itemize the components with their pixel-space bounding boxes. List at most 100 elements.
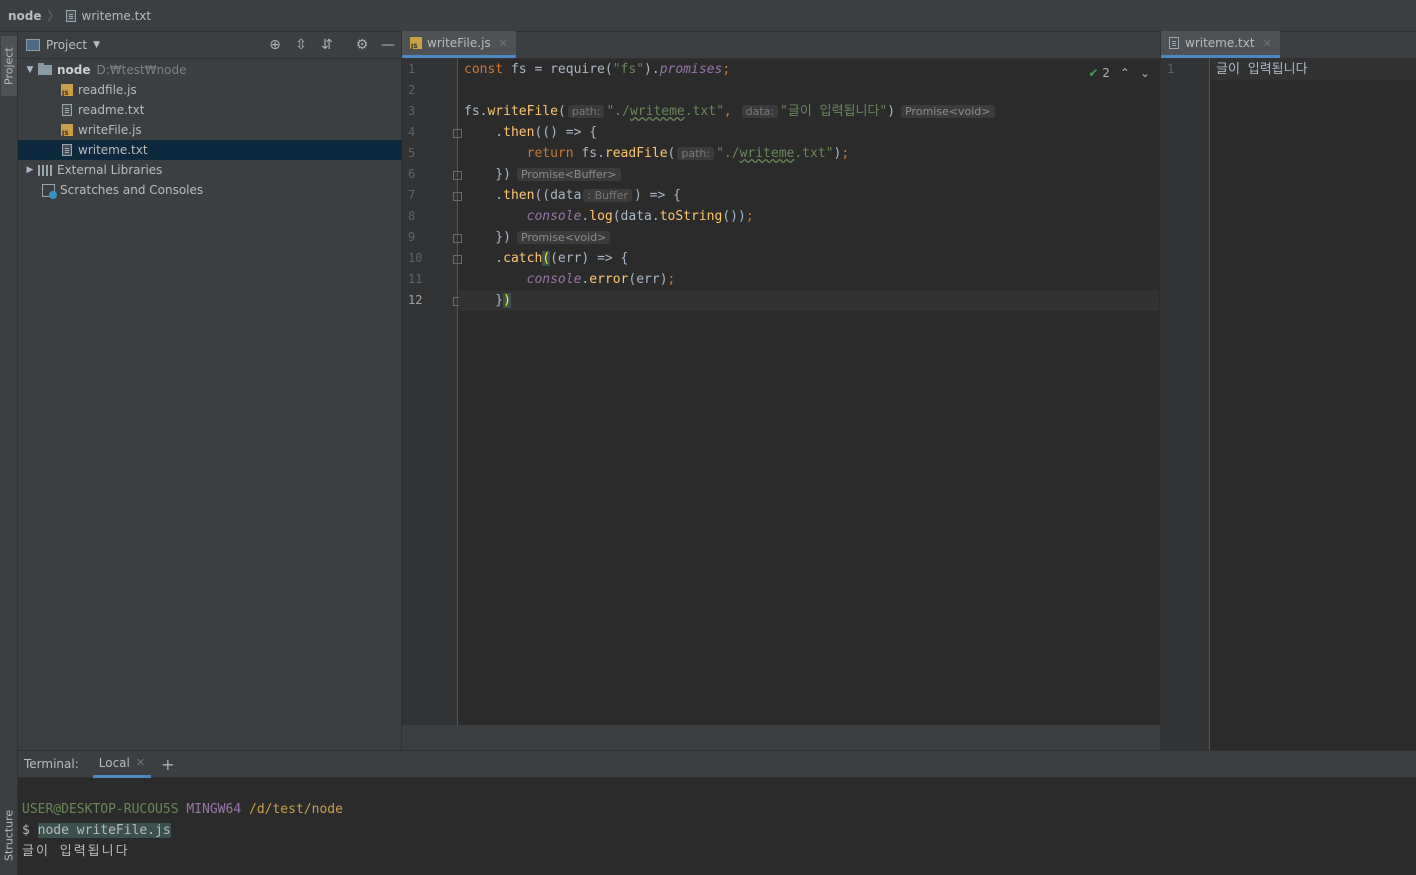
tree-root-label: node	[57, 63, 91, 77]
chevron-right-icon[interactable]: ▶	[22, 165, 38, 175]
code-text-area[interactable]: const fs = require("fs").promises; fs.wr…	[459, 59, 1160, 725]
javascript-file-icon	[410, 37, 422, 50]
tree-item-label: writeme.txt	[78, 143, 148, 157]
tree-item-writefile-js[interactable]: writeFile.js	[18, 120, 402, 140]
chevron-up-icon[interactable]: ⌃	[1120, 66, 1130, 80]
prompt-user: USER@DESKTOP-RUCOU5S	[22, 802, 179, 817]
project-panel: Project ▼ ⊕ ⇳ ⇵ ⚙ — ▼ node D:₩test₩node …	[18, 32, 402, 750]
terminal-label: Terminal:	[24, 757, 79, 771]
terminal-output-line: 글이 입력됩니다	[22, 844, 130, 859]
type-hint: : Buffer	[583, 189, 633, 202]
locate-file-icon[interactable]: ⊕	[262, 37, 288, 53]
scratches-icon	[42, 183, 57, 199]
structure-tool-button[interactable]: Structure	[1, 807, 17, 863]
chevron-down-icon[interactable]: ⌄	[1140, 66, 1150, 80]
project-tool-button[interactable]: Project	[1, 36, 17, 96]
code-line-3: fs.writeFile(path: "./writeme.txt", data:…	[459, 101, 1159, 122]
type-hint: Promise<void>	[516, 231, 611, 244]
close-icon[interactable]: ✕	[1263, 37, 1272, 50]
text-file-line[interactable]: 글이 입력됩니다	[1211, 59, 1416, 80]
project-view-icon	[26, 39, 40, 51]
code-editor: writeFile.js ✕ 1 2 3 4 5 6 7 8 9 10 11 1…	[402, 31, 1160, 750]
code-line-5: return fs.readFile(path: "./writeme.txt")…	[526, 146, 850, 161]
terminal-command: node writeFile.js	[37, 823, 171, 838]
check-icon: ✔	[1088, 66, 1099, 80]
code-line-9: }) Promise<void>	[459, 227, 1159, 248]
tree-item-label: External Libraries	[57, 163, 163, 177]
close-icon[interactable]: ✕	[499, 37, 508, 50]
line-number: 12	[408, 293, 423, 307]
code-line-7: .then((data: Buffer) => {	[464, 188, 681, 203]
tree-item-readfile-js[interactable]: readfile.js	[18, 80, 402, 100]
terminal-output[interactable]: USER@DESKTOP-RUCOU5S MINGW64 /d/test/nod…	[22, 799, 343, 862]
code-line-6: }) Promise<Buffer>	[459, 164, 1159, 185]
terminal-tab-local[interactable]: Local ✕	[92, 751, 152, 778]
project-tree: ▼ node D:₩test₩node readfile.js readme.t…	[18, 60, 402, 200]
tree-root-node[interactable]: ▼ node D:₩test₩node	[18, 60, 402, 80]
line-number: 6	[408, 167, 416, 181]
code-line-4: .then(() => {	[464, 125, 598, 140]
code-line-8: console.log(data.toString());	[526, 209, 754, 224]
terminal-header: Terminal: Local ✕ +	[18, 751, 1416, 778]
javascript-file-icon	[61, 124, 73, 137]
new-terminal-icon[interactable]: +	[161, 755, 174, 774]
chevron-down-icon[interactable]: ▼	[22, 65, 38, 75]
left-tool-strip: Project Structure	[0, 32, 18, 875]
breadcrumb-file[interactable]: writeme.txt	[82, 9, 152, 23]
collapse-all-icon[interactable]: ⇵	[314, 37, 340, 53]
inspection-status[interactable]: ✔ 2	[1088, 66, 1110, 80]
inspection-widget[interactable]: ✔ 2 ⌃ ⌄	[1088, 66, 1150, 80]
line-number: 3	[408, 104, 416, 118]
inspection-count: 2	[1102, 66, 1110, 80]
breadcrumb-separator-icon: 〉	[47, 9, 60, 23]
tree-item-label: Scratches and Consoles	[60, 183, 204, 197]
type-hint: Promise<Buffer>	[516, 168, 621, 181]
terminal-command-line: $ node writeFile.js	[22, 823, 171, 838]
navigation-bar: node 〉 writeme.txt	[0, 0, 1416, 32]
terminal-panel: Terminal: Local ✕ + USER@DESKTOP-RUCOU5S…	[18, 750, 1416, 875]
tree-root-path: D:₩test₩node	[96, 63, 187, 77]
breadcrumb-project[interactable]: node	[8, 9, 42, 23]
editor-gutter[interactable]: 1 2 3 4 5 6 7 8 9 10 11 12	[402, 59, 462, 725]
secondary-gutter[interactable]: 1	[1161, 59, 1210, 750]
line-number: 1	[408, 62, 416, 76]
text-file-icon	[65, 9, 76, 22]
prompt-host: MINGW64	[186, 802, 242, 817]
expand-all-icon[interactable]: ⇳	[288, 37, 314, 53]
terminal-prompt-line: USER@DESKTOP-RUCOU5S MINGW64 /d/test/nod…	[22, 799, 343, 820]
code-line-11: console.error(err);	[526, 272, 676, 287]
chevron-down-icon[interactable]: ▼	[93, 40, 100, 50]
tab-label: writeme.txt	[1185, 36, 1255, 50]
close-icon[interactable]: ✕	[136, 756, 145, 769]
line-number: 2	[408, 83, 416, 97]
line-number: 11	[408, 272, 423, 286]
gear-icon[interactable]: ⚙	[349, 37, 375, 53]
terminal-tab-label: Local	[98, 755, 130, 770]
editor-tab-bar: writeFile.js ✕	[402, 31, 1160, 59]
project-view-selector[interactable]: Project	[46, 38, 87, 52]
project-panel-header: Project ▼	[18, 32, 401, 59]
code-line-10: .catch((err) => {	[464, 251, 629, 266]
prompt-path: /d/test/node	[249, 802, 343, 817]
tree-item-external-libraries[interactable]: ▶ External Libraries	[18, 160, 402, 180]
tree-item-readme-txt[interactable]: readme.txt	[18, 100, 402, 120]
tab-writeme-txt[interactable]: writeme.txt ✕	[1161, 31, 1280, 58]
code-line-12: })	[459, 290, 1159, 311]
line-number: 9	[408, 230, 416, 244]
library-icon	[38, 164, 52, 176]
tab-writefile-js[interactable]: writeFile.js ✕	[402, 31, 516, 58]
tree-item-label: readme.txt	[78, 103, 145, 117]
tree-item-writeme-txt[interactable]: writeme.txt	[18, 140, 402, 160]
type-hint: Promise<void>	[901, 105, 995, 118]
project-header-tools-right: ⚙ —	[349, 37, 401, 53]
line-number: 1	[1167, 62, 1175, 76]
secondary-editor: writeme.txt ✕ 1 글이 입력됩니다	[1160, 31, 1416, 750]
hide-panel-icon[interactable]: —	[375, 37, 401, 53]
folder-icon	[38, 63, 52, 75]
tab-label: writeFile.js	[427, 36, 491, 50]
tree-item-scratches[interactable]: Scratches and Consoles	[18, 180, 402, 200]
tree-item-label: readfile.js	[78, 83, 137, 97]
line-number: 5	[408, 146, 416, 160]
text-file-icon	[62, 144, 72, 156]
